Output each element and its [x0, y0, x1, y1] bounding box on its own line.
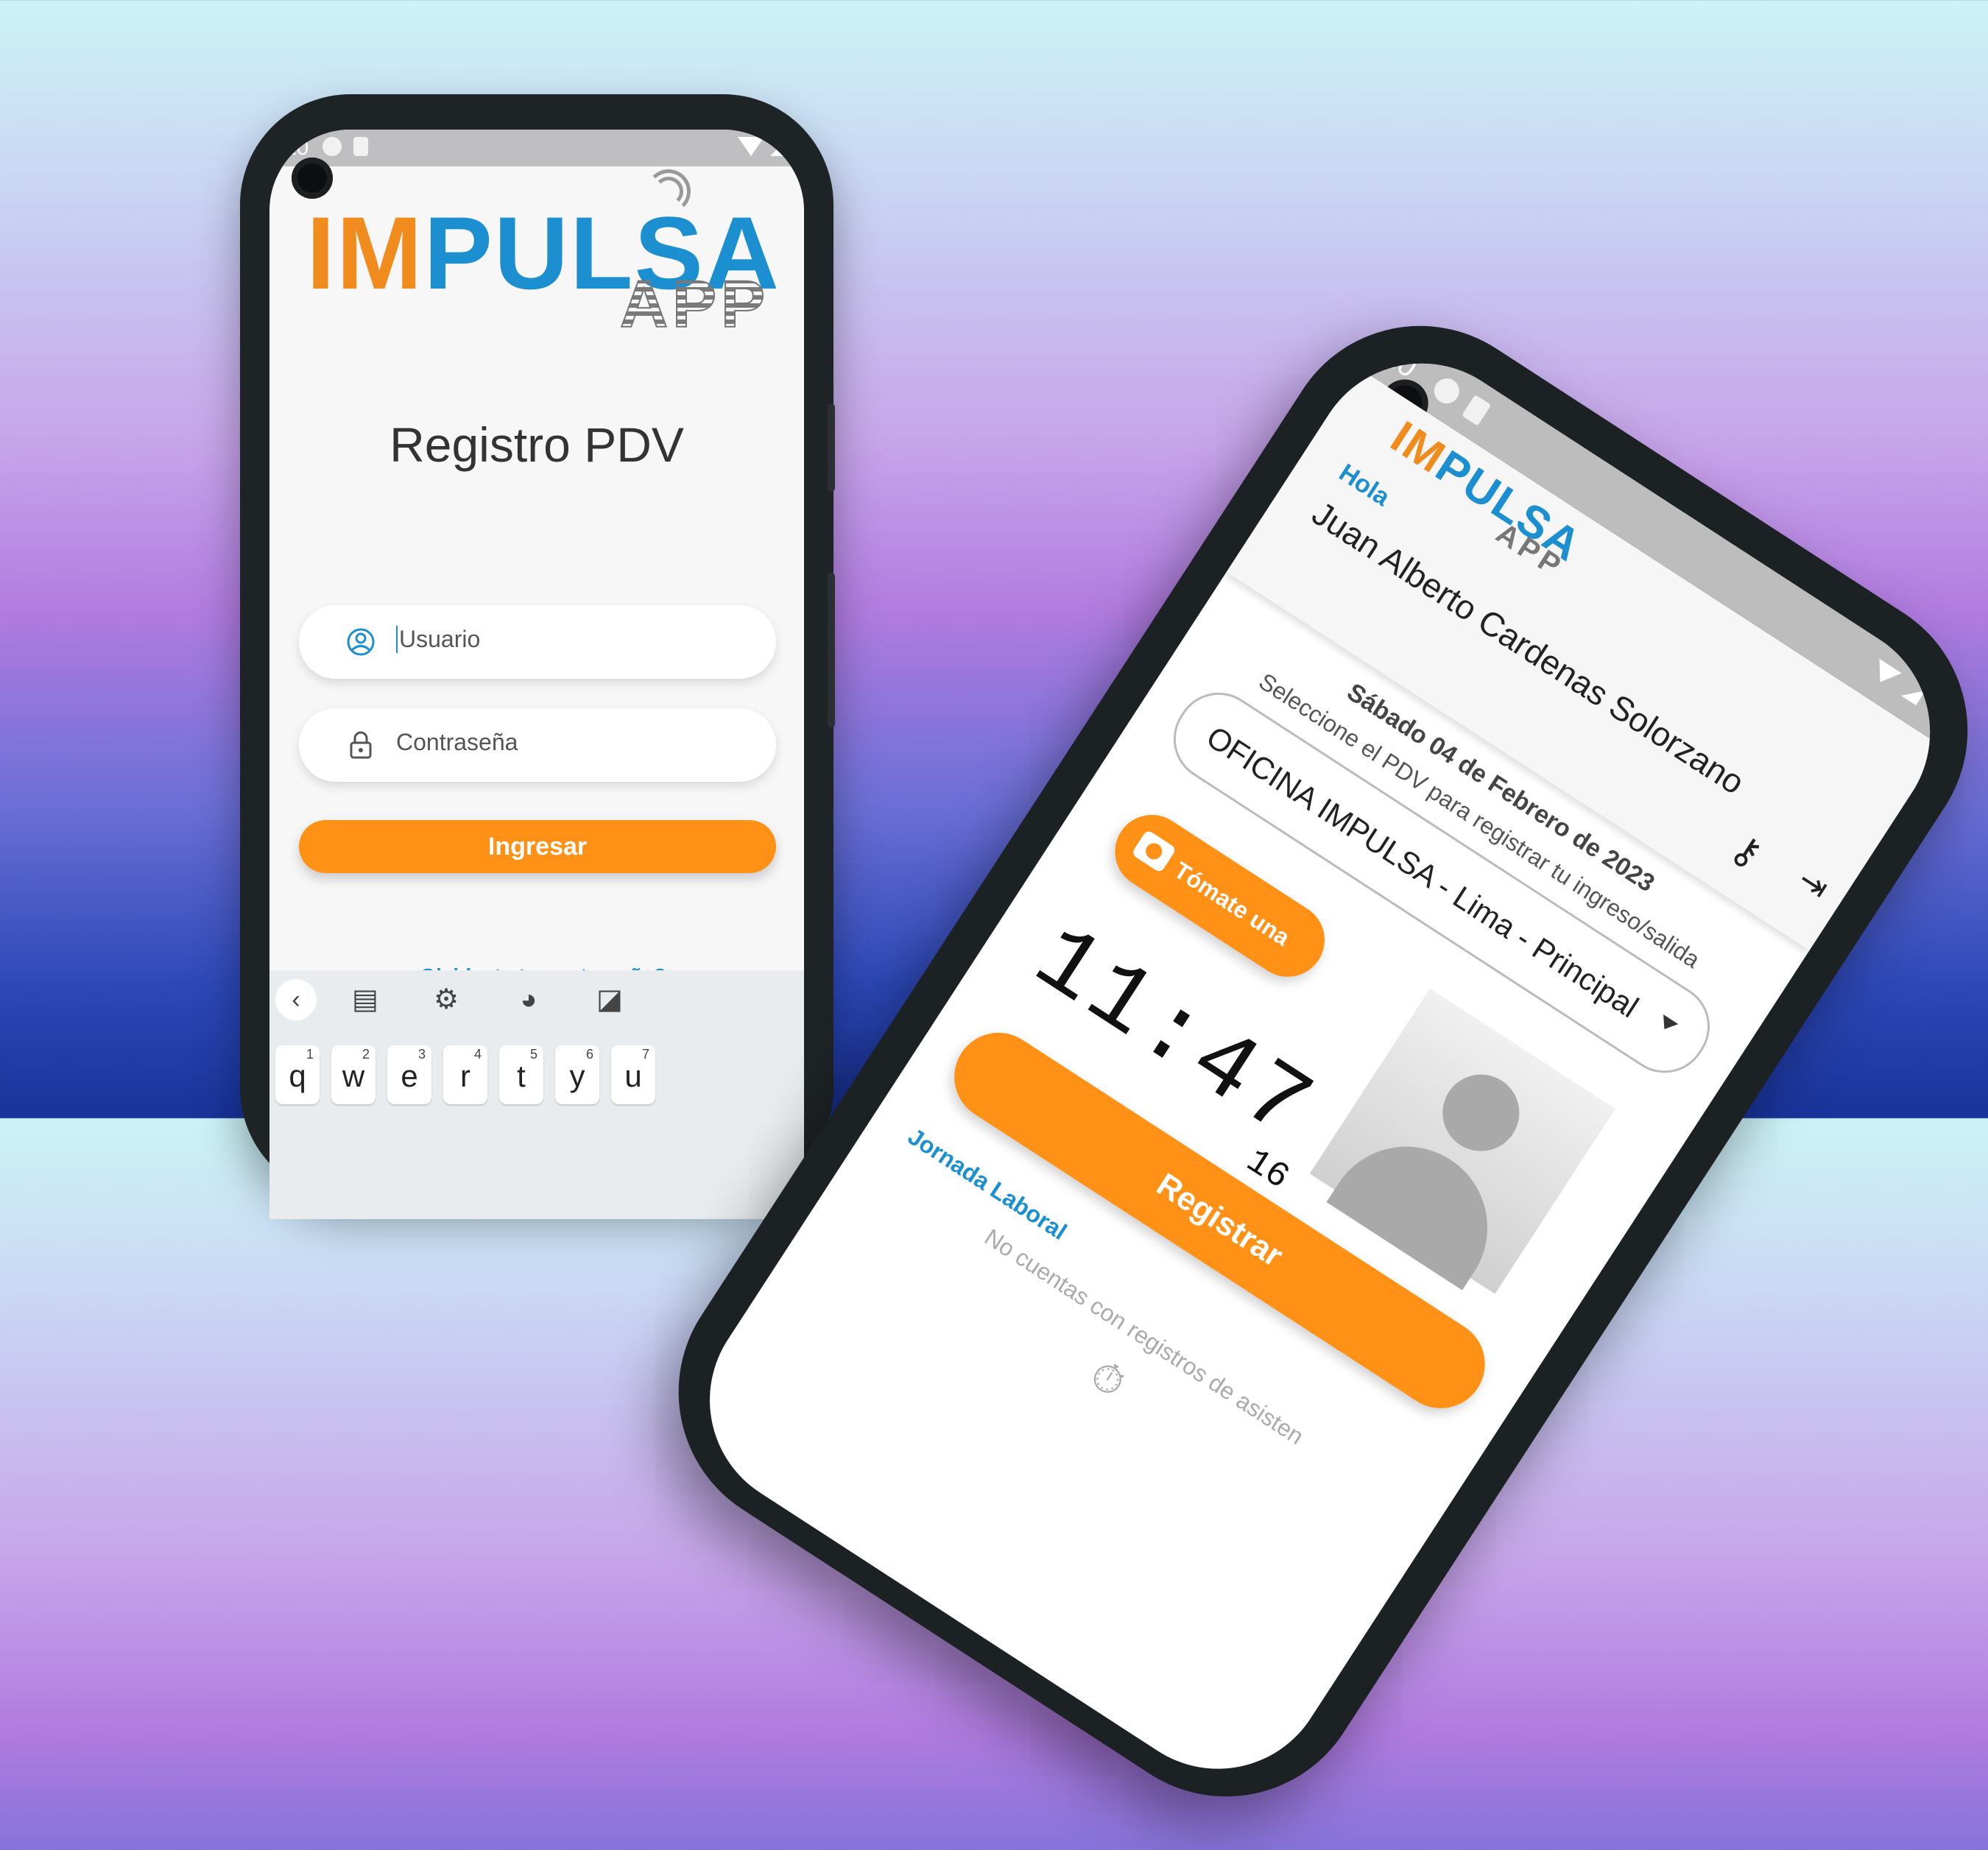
chevron-left-icon[interactable]: ‹: [275, 979, 317, 1020]
gear-icon[interactable]: ⚙: [430, 984, 462, 1016]
login-screen: 10 IMPULSA APP Registro PDV Usuario Cont…: [269, 130, 804, 1219]
username-field[interactable]: Usuario: [299, 605, 776, 679]
power-button: [828, 573, 835, 727]
palette-icon[interactable]: ◕: [512, 984, 545, 1016]
avatar-head-icon: [1428, 1059, 1534, 1166]
sim-icon: [353, 137, 368, 156]
impulsa-logo: IMPULSA APP: [306, 169, 780, 342]
status-bar: 10: [269, 130, 804, 166]
password-input[interactable]: Contraseña: [396, 729, 518, 756]
clipboard-icon[interactable]: ▤: [349, 984, 381, 1016]
soft-keyboard: ‹ ▤ ⚙ ◕ ◪ q1 w2 e3 r4 t5 y6 u7: [269, 970, 804, 1219]
page-title: Registro PDV: [390, 417, 684, 472]
login-button[interactable]: Ingresar: [299, 820, 776, 873]
key-w[interactable]: w2: [331, 1045, 376, 1104]
signal-icon: [770, 138, 788, 156]
signal-icon: [1901, 680, 1926, 706]
sim-icon: [1461, 394, 1492, 426]
timer-off-icon: ⏱: [1082, 1350, 1135, 1407]
key-r[interactable]: r4: [443, 1045, 487, 1104]
wifi-icon: [1869, 658, 1902, 690]
screenshot-icon[interactable]: ◪: [593, 984, 626, 1016]
notification-icon: [322, 137, 342, 156]
status-time: 10: [1377, 339, 1423, 384]
caret-down-icon: [1657, 1014, 1679, 1034]
status-time: 10: [284, 135, 309, 160]
key-u[interactable]: u7: [611, 1045, 655, 1104]
register-screen: 10 IMPULSA APP Hola Juan Alberto Cardena…: [667, 321, 1973, 1812]
user-icon: [347, 628, 375, 656]
lock-icon: [350, 731, 372, 759]
photo-placeholder: [1309, 988, 1615, 1294]
key-t[interactable]: t5: [499, 1045, 543, 1104]
wifi-icon: [738, 137, 764, 156]
key-y[interactable]: y6: [555, 1045, 599, 1104]
key-q[interactable]: q1: [275, 1045, 320, 1104]
camera-icon: [1131, 829, 1177, 874]
front-camera: [292, 158, 333, 199]
key-e[interactable]: e3: [387, 1045, 431, 1104]
password-field[interactable]: Contraseña: [299, 708, 776, 782]
volume-button: [828, 403, 835, 492]
login-phone: 10 IMPULSA APP Registro PDV Usuario Cont…: [240, 94, 835, 1219]
notification-icon: [1429, 373, 1464, 409]
username-input[interactable]: Usuario: [396, 626, 480, 653]
